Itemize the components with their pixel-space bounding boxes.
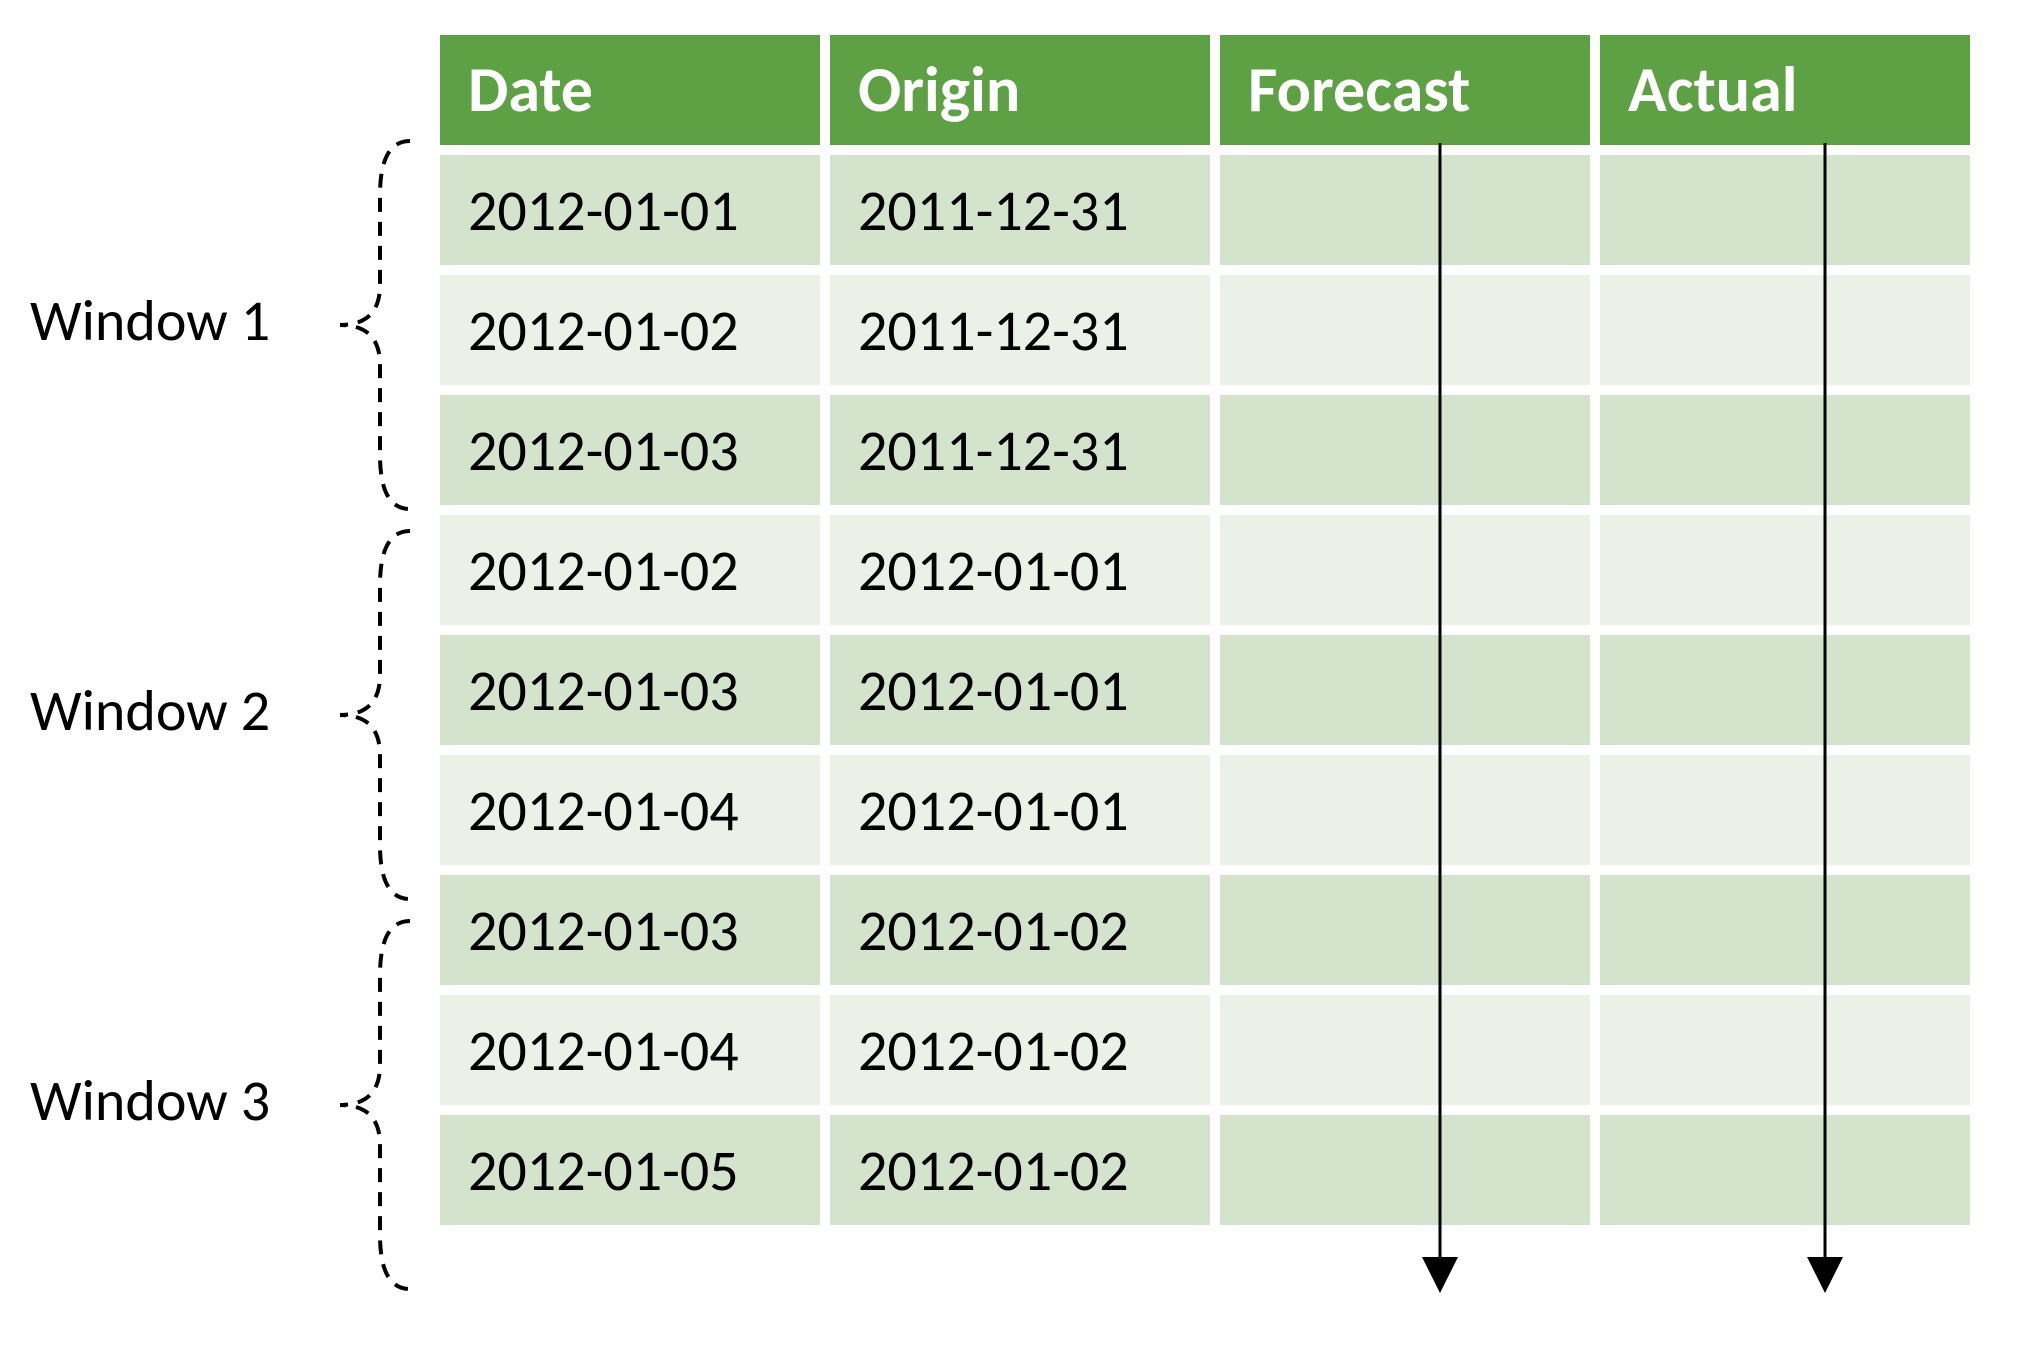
brace-window-3-icon	[330, 915, 430, 1295]
table-row: 2012-01-01 2011-12-31	[440, 155, 1970, 265]
brace-window-2-icon	[330, 525, 430, 905]
cell-origin: 2011-12-31	[830, 275, 1210, 385]
cell-origin: 2012-01-01	[830, 515, 1210, 625]
cell-origin: 2012-01-02	[830, 875, 1210, 985]
cell-origin: 2011-12-31	[830, 155, 1210, 265]
table-row: 2012-01-05 2012-01-02	[440, 1115, 1970, 1225]
cell-actual	[1600, 515, 1970, 625]
cell-date: 2012-01-05	[440, 1115, 820, 1225]
cell-forecast	[1220, 515, 1590, 625]
cell-date: 2012-01-03	[440, 635, 820, 745]
cell-date: 2012-01-02	[440, 275, 820, 385]
table-row: 2012-01-02 2011-12-31	[440, 275, 1970, 385]
cell-actual	[1600, 275, 1970, 385]
brace-window-1-icon	[330, 135, 430, 515]
table-row: 2012-01-02 2012-01-01	[440, 515, 1970, 625]
cell-forecast	[1220, 755, 1590, 865]
cell-origin: 2012-01-01	[830, 635, 1210, 745]
table-row: 2012-01-03 2011-12-31	[440, 395, 1970, 505]
cell-actual	[1600, 635, 1970, 745]
header-forecast: Forecast	[1220, 35, 1590, 145]
cell-forecast	[1220, 395, 1590, 505]
data-table-wrap: Date Origin Forecast Actual 2012-01-01 2…	[430, 25, 1980, 1235]
header-date: Date	[440, 35, 820, 145]
cell-actual	[1600, 395, 1970, 505]
cell-forecast	[1220, 155, 1590, 265]
cell-actual	[1600, 1115, 1970, 1225]
cell-forecast	[1220, 275, 1590, 385]
cell-origin: 2011-12-31	[830, 395, 1210, 505]
table-row: 2012-01-03 2012-01-02	[440, 875, 1970, 985]
cell-origin: 2012-01-02	[830, 1115, 1210, 1225]
cell-origin: 2012-01-02	[830, 995, 1210, 1105]
table-row: 2012-01-04 2012-01-01	[440, 755, 1970, 865]
cell-forecast	[1220, 1115, 1590, 1225]
table-row: 2012-01-04 2012-01-02	[440, 995, 1970, 1105]
window-3-label: Window 3	[30, 1065, 270, 1136]
data-table: Date Origin Forecast Actual 2012-01-01 2…	[430, 25, 1980, 1235]
window-1-label: Window 1	[30, 285, 270, 356]
cell-date: 2012-01-03	[440, 395, 820, 505]
window-2-label: Window 2	[30, 675, 270, 746]
cell-forecast	[1220, 635, 1590, 745]
cell-actual	[1600, 875, 1970, 985]
cell-date: 2012-01-04	[440, 755, 820, 865]
cell-date: 2012-01-01	[440, 155, 820, 265]
cell-actual	[1600, 755, 1970, 865]
window-labels-column: Window 1 Window 2 Window 3	[30, 25, 430, 1325]
table-row: 2012-01-03 2012-01-01	[440, 635, 1970, 745]
cell-forecast	[1220, 995, 1590, 1105]
cell-forecast	[1220, 875, 1590, 985]
cell-actual	[1600, 155, 1970, 265]
cell-actual	[1600, 995, 1970, 1105]
cell-date: 2012-01-02	[440, 515, 820, 625]
cell-date: 2012-01-04	[440, 995, 820, 1105]
cell-origin: 2012-01-01	[830, 755, 1210, 865]
cell-date: 2012-01-03	[440, 875, 820, 985]
header-origin: Origin	[830, 35, 1210, 145]
header-actual: Actual	[1600, 35, 1970, 145]
